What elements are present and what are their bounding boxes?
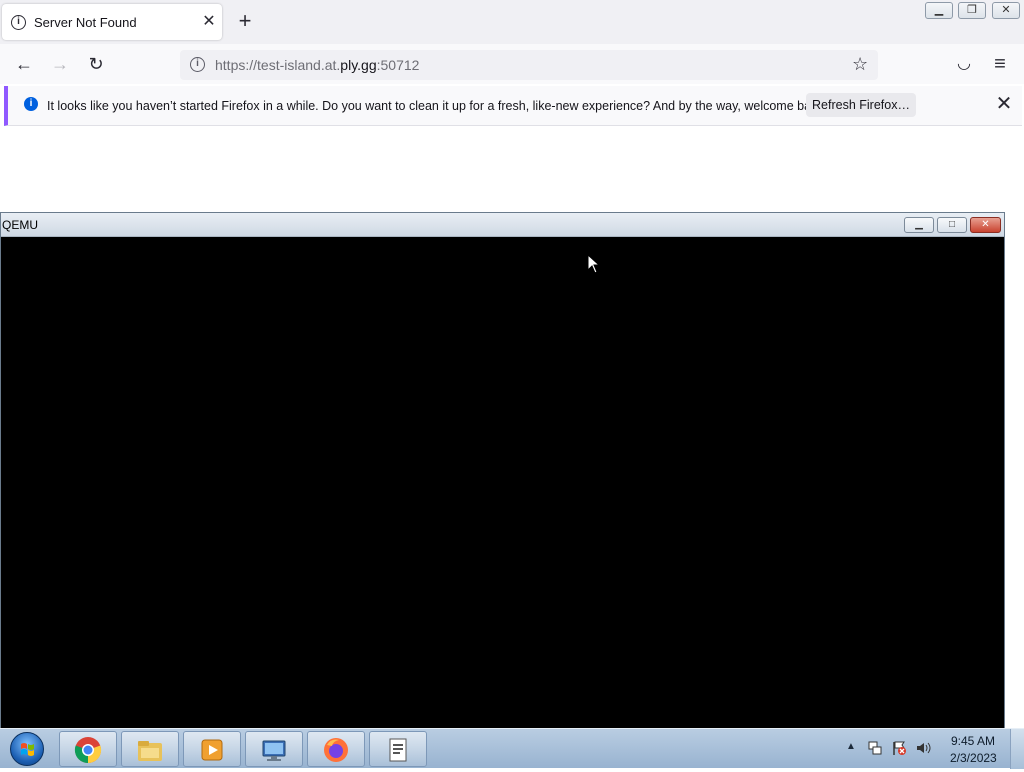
new-tab-icon[interactable]: +: [233, 10, 257, 34]
window-minimize-button[interactable]: ▁: [925, 2, 953, 19]
clock-date[interactable]: 2/3/2023: [950, 751, 997, 765]
back-arrow-icon[interactable]: ←: [12, 52, 36, 76]
taskbar-firefox-button[interactable]: [307, 731, 365, 767]
start-button[interactable]: [4, 730, 50, 768]
info-icon: i: [24, 97, 38, 111]
browser-tab-bar: i Server Not Found ✕ + ▁ ❐ ✕: [0, 0, 1024, 44]
url-text[interactable]: https://test-island.at.ply.gg:50712: [215, 57, 419, 73]
action-center-flag-icon[interactable]: [891, 740, 907, 756]
qemu-title: QEMU: [2, 218, 38, 232]
clock-time[interactable]: 9:45 AM: [951, 734, 995, 748]
qemu-window: QEMU ▁ □ ✕: [0, 212, 1005, 730]
tab-close-icon[interactable]: ✕: [199, 12, 219, 32]
taskbar-remote-button[interactable]: [245, 731, 303, 767]
media-player-icon: [198, 736, 226, 764]
notification-text: It looks like you haven’t started Firefo…: [47, 99, 828, 113]
qemu-minimize-button[interactable]: ▁: [904, 217, 934, 233]
menu-icon[interactable]: ≡: [988, 52, 1012, 76]
tab-title: Server Not Found: [34, 15, 137, 30]
windows-logo-icon: [10, 732, 44, 766]
notification-bar: i It looks like you haven’t started Fire…: [4, 86, 1022, 126]
show-hidden-icons-icon[interactable]: ▲: [846, 741, 856, 752]
firefox-icon: [322, 736, 350, 764]
window-restore-button[interactable]: ❐: [958, 2, 986, 19]
chrome-icon: [74, 736, 102, 764]
forward-arrow-icon[interactable]: →: [48, 52, 72, 76]
browser-tab[interactable]: i Server Not Found ✕: [2, 4, 222, 40]
folder-icon: [136, 736, 164, 764]
computer-icon: [260, 736, 288, 764]
bookmark-star-icon[interactable]: ☆: [852, 54, 868, 75]
site-info-icon[interactable]: i: [190, 57, 205, 72]
qemu-titlebar[interactable]: QEMU ▁ □ ✕: [1, 213, 1004, 237]
window-close-button[interactable]: ✕: [992, 2, 1020, 19]
close-icon[interactable]: ✕: [992, 93, 1016, 117]
qemu-display[interactable]: [1, 238, 1004, 729]
reload-icon[interactable]: ↻: [84, 52, 108, 76]
taskbar-media-button[interactable]: [183, 731, 241, 767]
document-icon: [384, 736, 412, 764]
taskbar-document-button[interactable]: [369, 731, 427, 767]
taskbar-explorer-button[interactable]: [121, 731, 179, 767]
address-bar[interactable]: i https://test-island.at.ply.gg:50712 ☆: [180, 50, 878, 80]
system-tray: ▲ 9:45 AM 2/3/2023: [843, 729, 1013, 769]
pocket-icon[interactable]: ◡: [952, 52, 976, 76]
refresh-firefox-button[interactable]: Refresh Firefox…: [806, 93, 916, 117]
volume-icon[interactable]: [915, 740, 931, 756]
network-icon[interactable]: [867, 740, 883, 756]
qemu-maximize-button[interactable]: □: [937, 217, 967, 233]
info-icon: i: [11, 15, 26, 30]
qemu-close-button[interactable]: ✕: [970, 217, 1001, 233]
taskbar-chrome-button[interactable]: [59, 731, 117, 767]
show-desktop-button[interactable]: [1010, 729, 1024, 769]
taskbar: ▲ 9:45 AM 2/3/2023: [0, 728, 1024, 769]
